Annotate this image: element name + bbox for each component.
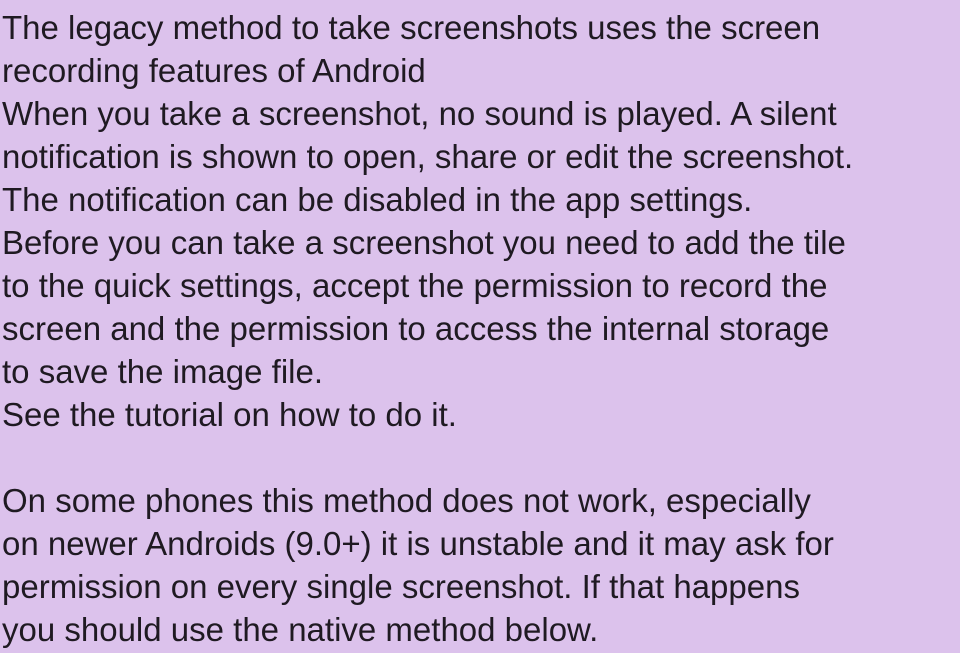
- text-line: On some phones this method does not work…: [2, 482, 811, 519]
- text-line: The notification can be disabled in the …: [2, 181, 753, 218]
- text-line: on newer Androids (9.0+) it is unstable …: [2, 525, 834, 562]
- text-line: The legacy method to take screenshots us…: [2, 9, 821, 46]
- legacy-method-description: The legacy method to take screenshots us…: [2, 6, 960, 436]
- text-line: recording features of Android: [2, 52, 426, 89]
- compatibility-warning: On some phones this method does not work…: [2, 479, 960, 651]
- text-line: When you take a screenshot, no sound is …: [2, 95, 837, 132]
- text-line: permission on every single screenshot. I…: [2, 568, 800, 605]
- text-line: Before you can take a screenshot you nee…: [2, 224, 846, 261]
- text-line: notification is shown to open, share or …: [2, 138, 854, 175]
- text-line: screen and the permission to access the …: [2, 310, 830, 347]
- help-text-panel: The legacy method to take screenshots us…: [0, 0, 960, 653]
- text-line: to save the image file.: [2, 353, 324, 390]
- tutorial-link-text: See the tutorial on how to do it.: [2, 396, 457, 433]
- text-line: you should use the native method below.: [2, 611, 599, 648]
- text-line: to the quick settings, accept the permis…: [2, 267, 828, 304]
